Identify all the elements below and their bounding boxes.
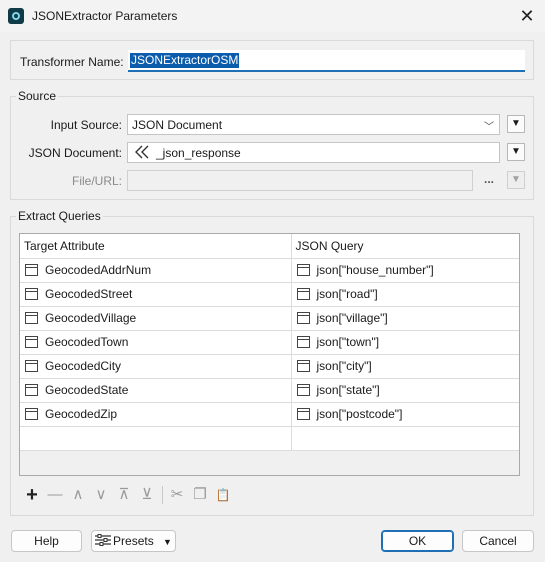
file-url-input[interactable] [127, 170, 473, 191]
json-query-cell[interactable]: json["village"] [317, 311, 388, 325]
expression-icon [296, 360, 310, 372]
table-row[interactable]: GeocodedState json["state"] [20, 378, 519, 403]
paste-icon[interactable]: 📋 [213, 485, 233, 505]
target-attribute-cell[interactable]: GeocodedZip [45, 407, 117, 421]
expression-icon [296, 408, 310, 420]
window-title: JSONExtractor Parameters [32, 9, 178, 23]
remove-row-icon[interactable]: — [45, 485, 65, 505]
json-query-cell[interactable]: json["road"] [317, 287, 378, 301]
input-source-label: Input Source: [50, 118, 122, 132]
expression-icon [296, 336, 310, 348]
json-query-cell[interactable]: json["postcode"] [317, 407, 403, 421]
column-header-json-query[interactable]: JSON Query [291, 234, 519, 259]
attribute-icon [25, 288, 38, 300]
move-down-icon[interactable]: ∨ [91, 485, 111, 505]
empty-json-query-cell[interactable] [291, 426, 519, 451]
json-document-menu-button[interactable]: ▼ [507, 143, 525, 161]
attribute-icon [25, 336, 38, 348]
table-row[interactable]: GeocodedTown json["town"] [20, 330, 519, 355]
browse-button[interactable]: ... [479, 172, 499, 190]
move-to-bottom-icon[interactable]: ⊻ [137, 485, 157, 505]
close-icon[interactable]: ✕ [515, 4, 539, 28]
json-document-label: JSON Document: [28, 146, 122, 160]
cancel-button[interactable]: Cancel [462, 530, 534, 552]
json-document-field[interactable]: _json_response [127, 142, 500, 163]
chevron-down-icon: ▼ [163, 537, 172, 547]
ok-button[interactable]: OK [381, 530, 454, 552]
expression-icon [296, 288, 310, 300]
transformer-name-panel: Transformer Name: JSONExtractorOSM [10, 40, 534, 80]
column-header-target-attribute[interactable]: Target Attribute [20, 234, 292, 259]
expression-icon [296, 264, 310, 276]
target-attribute-cell[interactable]: GeocodedVillage [45, 311, 136, 325]
presets-label: Presets [113, 534, 154, 548]
attribute-icon [25, 384, 38, 396]
input-source-value: JSON Document [132, 118, 223, 132]
input-source-menu-button[interactable]: ▼ [507, 115, 525, 133]
move-to-top-icon[interactable]: ⊼ [114, 485, 134, 505]
table-row[interactable]: GeocodedCity json["city"] [20, 354, 519, 379]
table-row[interactable]: GeocodedZip json["postcode"] [20, 402, 519, 427]
chevron-down-icon: ﹀ [484, 122, 494, 133]
empty-target-attribute-cell[interactable] [20, 426, 292, 451]
copy-icon[interactable]: ❐ [190, 485, 210, 505]
attribute-icon [25, 312, 38, 324]
table-header: Target Attribute JSON Query [20, 234, 519, 259]
attribute-value-icon [134, 145, 150, 162]
empty-table-row[interactable] [20, 426, 519, 451]
file-url-menu-button[interactable]: ▼ [507, 171, 525, 189]
json-query-cell[interactable]: json["town"] [317, 335, 380, 349]
add-row-icon[interactable]: + [22, 485, 42, 505]
attribute-icon [25, 408, 38, 420]
input-source-select[interactable]: JSON Document ﹀ [127, 114, 500, 135]
transformer-name-value: JSONExtractorOSM [130, 53, 240, 68]
source-group-label: Source [16, 89, 59, 103]
table-row[interactable]: GeocodedAddrNum json["house_number"] [20, 258, 519, 283]
transformer-name-input[interactable]: JSONExtractorOSM [128, 50, 525, 72]
target-attribute-cell[interactable]: GeocodedAddrNum [45, 263, 151, 277]
queries-table: Target Attribute JSON Query GeocodedAddr… [19, 233, 520, 476]
cut-icon[interactable]: ✂ [167, 485, 187, 505]
json-document-value: _json_response [156, 146, 241, 160]
app-icon [8, 8, 24, 24]
target-attribute-cell[interactable]: GeocodedState [45, 383, 128, 397]
json-query-cell[interactable]: json["state"] [317, 383, 380, 397]
table-row[interactable]: GeocodedStreet json["road"] [20, 282, 519, 307]
table-row[interactable]: GeocodedVillage json["village"] [20, 306, 519, 331]
attribute-icon [25, 360, 38, 372]
transformer-name-label: Transformer Name: [20, 55, 124, 69]
toolbar-divider [162, 486, 163, 504]
expression-icon [296, 312, 310, 324]
presets-button[interactable]: Presets ▼ [91, 530, 176, 552]
title-bar: JSONExtractor Parameters ✕ [0, 0, 545, 32]
json-query-cell[interactable]: json["house_number"] [317, 263, 434, 277]
target-attribute-cell[interactable]: GeocodedTown [45, 335, 128, 349]
move-up-icon[interactable]: ∧ [68, 485, 88, 505]
sliders-icon [95, 532, 112, 552]
extract-queries-label: Extract Queries [16, 209, 103, 223]
file-url-label: File/URL: [71, 174, 122, 188]
help-button[interactable]: Help [11, 530, 82, 552]
target-attribute-cell[interactable]: GeocodedStreet [45, 287, 132, 301]
attribute-icon [25, 264, 38, 276]
expression-icon [296, 384, 310, 396]
target-attribute-cell[interactable]: GeocodedCity [45, 359, 121, 373]
json-query-cell[interactable]: json["city"] [317, 359, 372, 373]
